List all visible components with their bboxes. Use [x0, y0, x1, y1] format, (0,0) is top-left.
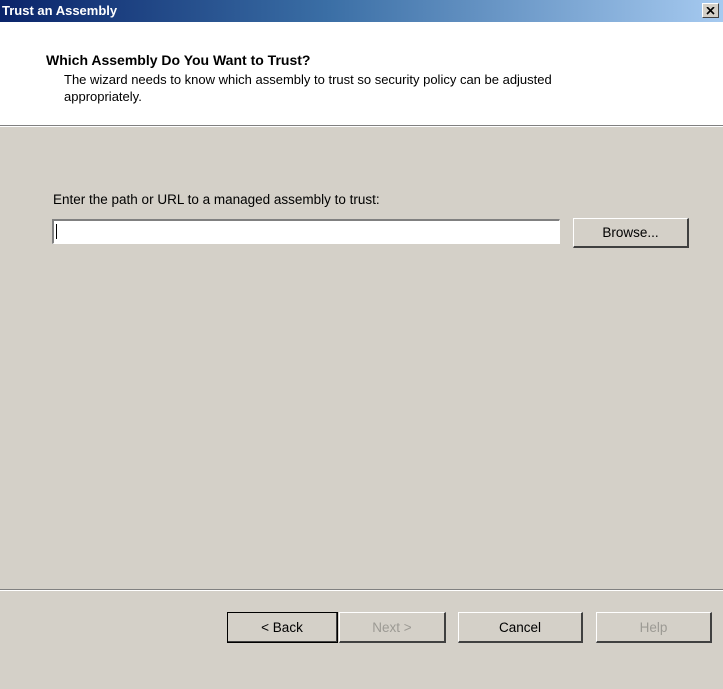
title-bar: Trust an Assembly [0, 0, 723, 22]
next-button[interactable]: Next > [339, 612, 446, 643]
help-button[interactable]: Help [596, 612, 712, 643]
browse-button[interactable]: Browse... [573, 218, 689, 248]
back-button[interactable]: < Back [227, 612, 338, 643]
close-icon [706, 2, 715, 20]
window-title: Trust an Assembly [2, 3, 118, 18]
cancel-button[interactable]: Cancel [458, 612, 583, 643]
wizard-header: Which Assembly Do You Want to Trust? The… [0, 22, 723, 125]
close-button[interactable] [702, 3, 719, 18]
path-label: Enter the path or URL to a managed assem… [53, 192, 380, 207]
header-divider [0, 125, 723, 127]
page-description: The wizard needs to know which assembly … [64, 72, 552, 104]
path-input[interactable] [52, 219, 560, 244]
footer-divider [0, 589, 723, 591]
page-title: Which Assembly Do You Want to Trust? [46, 52, 311, 68]
text-caret [56, 224, 57, 239]
